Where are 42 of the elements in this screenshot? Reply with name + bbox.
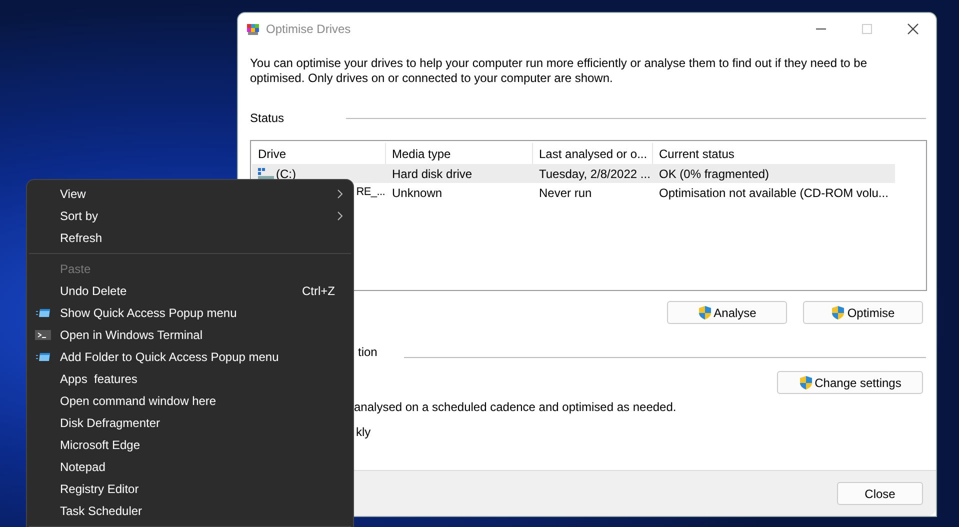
menu-item[interactable]: Sort by — [27, 205, 353, 227]
shield-icon — [698, 305, 712, 320]
table-cell-text: Unknown — [392, 184, 442, 202]
schedule-text: analysed on a scheduled cadence and optimised as needed. — [353, 399, 678, 416]
table-cell-text: Optimisation not available (CD-ROM volu... — [659, 184, 888, 202]
action-button[interactable]: Analyse — [667, 301, 787, 324]
shield-icon — [831, 305, 846, 320]
close-button[interactable]: Close — [837, 482, 923, 505]
table-cell-text: OK (0% fragmented) — [659, 166, 770, 182]
section-heading: Status — [250, 110, 286, 127]
table-cell-text: RE_... — [356, 185, 385, 200]
window-title: Optimise Drives — [266, 21, 351, 38]
menu-item[interactable]: Refresh — [27, 227, 353, 249]
chevron-right-icon — [337, 211, 343, 221]
change-settings-button[interactable]: Change settings — [777, 371, 923, 394]
menu-item[interactable]: Open in Windows Terminal — [27, 324, 353, 346]
frequency-text: kly — [355, 424, 372, 441]
action-button[interactable]: Optimise — [803, 301, 923, 324]
menu-item[interactable]: Add Folder to Quick Access Popup menu — [27, 346, 353, 368]
popup-menu-icon — [36, 308, 50, 318]
menu-item[interactable]: Apps features — [27, 368, 353, 390]
popup-menu-icon — [36, 352, 50, 362]
defrag-app-icon — [246, 22, 260, 36]
menu-item[interactable]: Task Scheduler — [27, 500, 353, 522]
description-text: You can optimise your drives to help your computer run more efficiently or analyse them to find out if they need to be optimised. Only drives on or connected to your computer are shown. — [250, 56, 868, 86]
menu-item[interactable]: Notepad — [27, 456, 353, 478]
table-cell-text: Never run — [539, 184, 592, 202]
chevron-right-icon — [337, 189, 343, 199]
menu-item[interactable]: Show Quick Access Popup menu — [27, 302, 353, 324]
hard-drive-icon — [258, 168, 274, 180]
terminal-icon — [35, 330, 51, 340]
menu-item[interactable]: Registry Editor — [27, 478, 353, 500]
shield-icon — [798, 375, 813, 390]
menu-item[interactable]: Undo Delete Ctrl+Z — [27, 280, 353, 302]
menu-item[interactable]: Open command window here — [27, 390, 353, 412]
table-cell-text: Hard disk drive — [392, 166, 472, 182]
menu-item[interactable]: Microsoft Edge — [27, 434, 353, 456]
table-cell-text: Tuesday, 2/8/2022 ... — [539, 166, 650, 182]
shortcut-text: Ctrl+Z — [302, 283, 335, 300]
menu-item[interactable]: Disk Defragmenter — [27, 412, 353, 434]
section-heading: tion — [358, 344, 378, 361]
column-header[interactable]: Current status — [653, 143, 895, 164]
